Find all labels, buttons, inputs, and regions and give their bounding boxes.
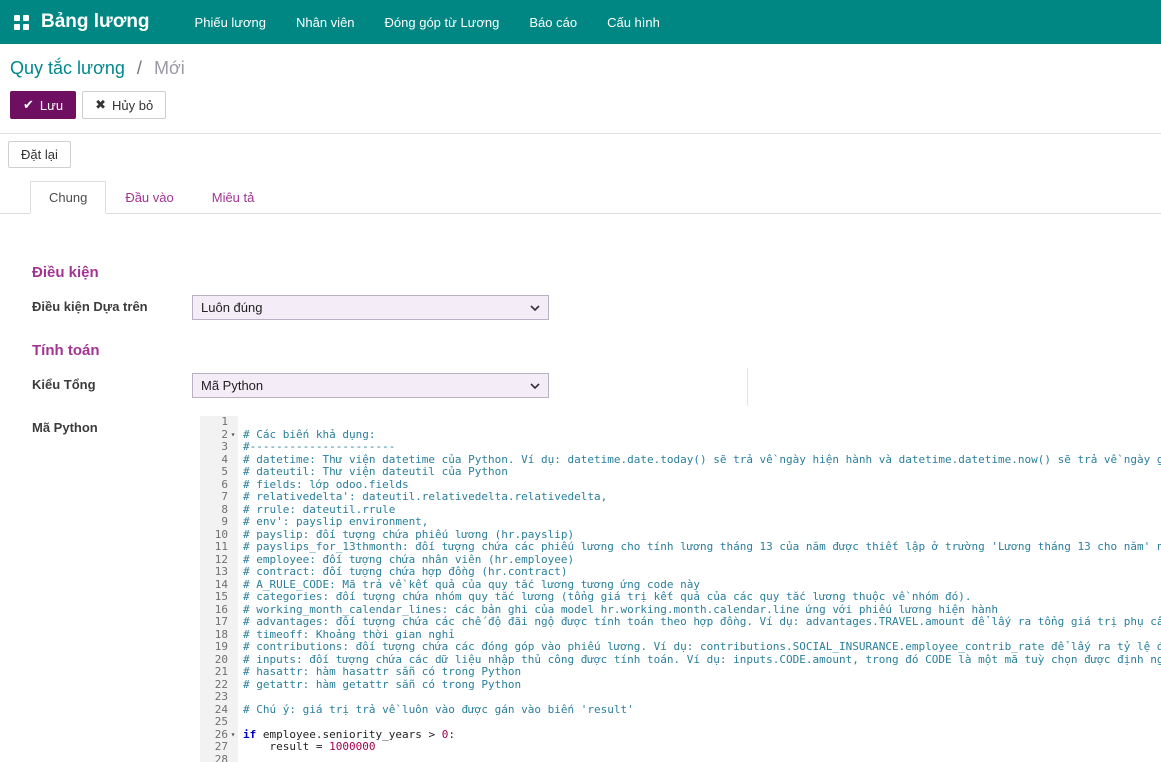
condition-based-on-select[interactable]: Luôn đúng <box>192 295 549 320</box>
code-line[interactable] <box>243 754 1161 762</box>
menu-item-0[interactable]: Phiếu lương <box>180 0 281 44</box>
menu-item-4[interactable]: Cấu hình <box>592 0 675 44</box>
section-title-condition: Điều kiện <box>32 264 1161 281</box>
line-number: 21 <box>200 666 238 679</box>
editor-code[interactable]: # Các biến khả dụng:#-------------------… <box>238 416 1161 762</box>
top-navbar: Bảng lương Phiếu lươngNhân viênĐóng góp … <box>0 0 1161 44</box>
line-number: 11 <box>200 541 238 554</box>
line-number: 4 <box>200 454 238 467</box>
notebook-tabs: ChungĐầu vàoMiêu tả <box>0 181 1161 214</box>
line-number: 2▾ <box>200 429 238 442</box>
line-number: 5 <box>200 466 238 479</box>
line-number: 26▾ <box>200 729 238 742</box>
main-menu: Phiếu lươngNhân viênĐóng góp từ LươngBáo… <box>180 0 675 44</box>
save-button[interactable]: ✔ Lưu <box>10 91 76 119</box>
save-button-label: Lưu <box>40 98 63 113</box>
discard-button[interactable]: ✖ Hủy bỏ <box>82 91 166 119</box>
fold-arrow-icon[interactable]: ▾ <box>228 429 238 442</box>
line-number: 8 <box>200 504 238 517</box>
line-number: 23 <box>200 691 238 704</box>
chevron-down-icon <box>530 305 540 311</box>
reset-button[interactable]: Đặt lại <box>8 141 71 168</box>
condition-based-on-value: Luôn đúng <box>201 300 262 315</box>
code-line[interactable]: # Chú ý: giá trị trả về luôn vào được gá… <box>243 704 1161 717</box>
line-number: 1 <box>200 416 238 429</box>
code-line[interactable]: result = 1000000 <box>243 741 1161 754</box>
breadcrumb-parent-link[interactable]: Quy tắc lương <box>10 58 125 78</box>
amount-type-select[interactable]: Mã Python <box>192 373 549 398</box>
code-line[interactable] <box>243 416 1161 429</box>
line-number: 27 <box>200 741 238 754</box>
line-number: 9 <box>200 516 238 529</box>
field-row-condition-based-on: Điều kiện Dựa trên Luôn đúng <box>32 295 1161 320</box>
line-number: 19 <box>200 641 238 654</box>
app-name[interactable]: Bảng lương <box>41 11 150 33</box>
line-number: 7 <box>200 491 238 504</box>
line-number: 17 <box>200 616 238 629</box>
condition-based-on-label: Điều kiện Dựa trên <box>32 295 192 320</box>
field-row-python-code: Mã Python 12▾345678910111213141516171819… <box>32 416 1161 762</box>
close-icon: ✖ <box>95 97 106 113</box>
line-number: 13 <box>200 566 238 579</box>
discard-button-label: Hủy bỏ <box>112 98 153 113</box>
editor-gutter: 12▾3456789101112131415161718192021222324… <box>200 416 238 762</box>
section-title-computation: Tính toán <box>32 342 1161 359</box>
tab-2[interactable]: Miêu tả <box>193 181 274 214</box>
tab-1[interactable]: Đầu vào <box>106 181 192 214</box>
tab-0[interactable]: Chung <box>30 181 106 214</box>
field-row-amount-type: Kiểu Tổng Mã Python <box>32 373 1161 398</box>
fold-arrow-icon[interactable]: ▾ <box>228 729 238 742</box>
apps-grid-icon[interactable] <box>14 15 29 30</box>
reset-row: Đặt lại <box>0 134 1161 175</box>
form-sheet: Điều kiện Điều kiện Dựa trên Luôn đúng T… <box>0 214 1161 762</box>
line-number: 6 <box>200 479 238 492</box>
breadcrumb-separator: / <box>137 58 142 78</box>
code-line[interactable]: if employee.seniority_years > 0: <box>243 729 1161 742</box>
amount-type-value: Mã Python <box>201 378 263 393</box>
menu-item-3[interactable]: Báo cáo <box>514 0 592 44</box>
breadcrumb: Quy tắc lương / Mới <box>0 44 1161 83</box>
menu-item-2[interactable]: Đóng góp từ Lương <box>370 0 515 44</box>
reset-button-label: Đặt lại <box>21 147 58 162</box>
chevron-down-icon <box>530 383 540 389</box>
line-number: 25 <box>200 716 238 729</box>
form-column-divider <box>747 368 748 406</box>
line-number: 15 <box>200 591 238 604</box>
menu-item-1[interactable]: Nhân viên <box>281 0 370 44</box>
code-line[interactable]: # getattr: hàm getattr sẵn có trong Pyth… <box>243 679 1161 692</box>
python-code-label: Mã Python <box>32 416 192 762</box>
breadcrumb-current: Mới <box>154 58 185 78</box>
line-number: 3 <box>200 441 238 454</box>
line-number: 28 <box>200 754 238 762</box>
amount-type-label: Kiểu Tổng <box>32 373 192 398</box>
python-code-editor[interactable]: 12▾3456789101112131415161718192021222324… <box>200 416 1161 762</box>
check-icon: ✔ <box>23 97 34 113</box>
action-button-row: ✔ Lưu ✖ Hủy bỏ <box>0 83 1161 133</box>
